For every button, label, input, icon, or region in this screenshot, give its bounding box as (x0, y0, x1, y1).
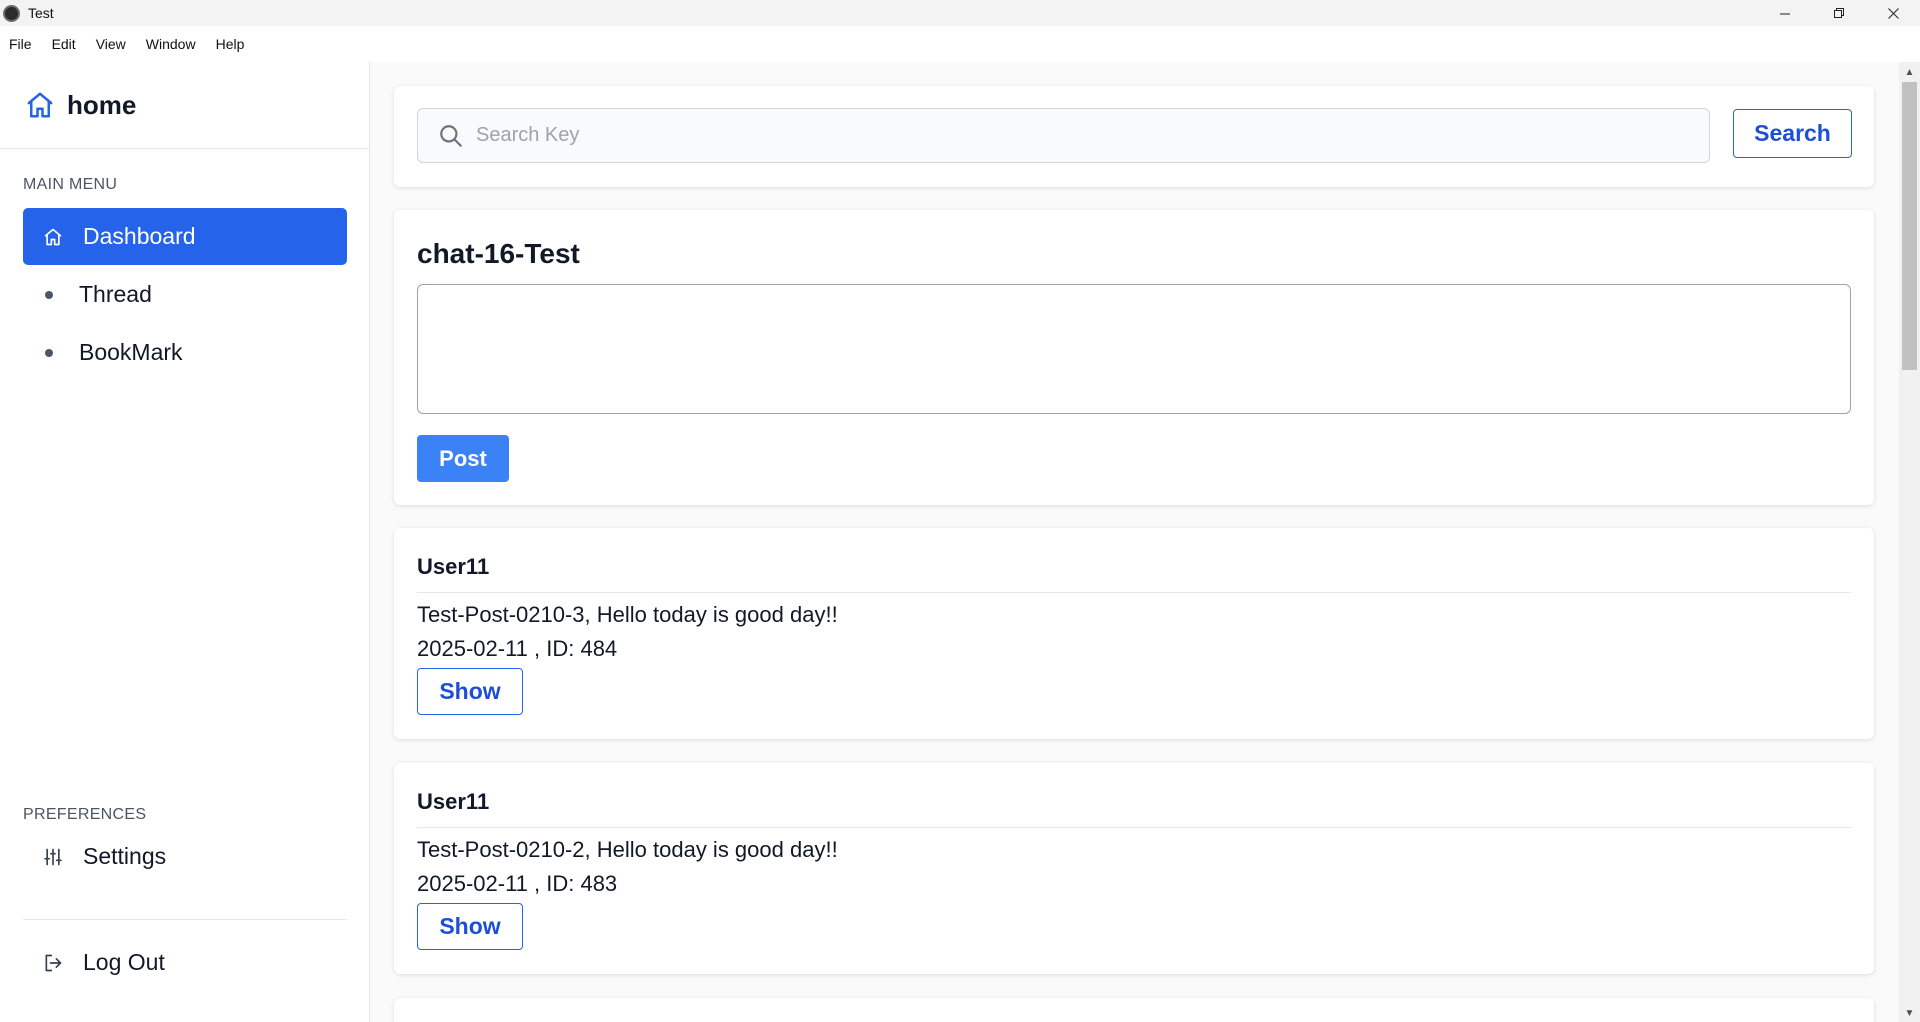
main-content: Search chat-16-Test Post User11 Test-Pos… (371, 62, 1899, 1022)
logout-button[interactable]: Log Out (23, 934, 347, 991)
close-icon (1887, 7, 1899, 19)
maximize-button[interactable] (1812, 0, 1866, 26)
sidebar: home MAIN MENU Dashboard Thread BookMark… (0, 62, 370, 1022)
search-box[interactable] (417, 108, 1710, 163)
home-icon (44, 228, 62, 245)
scroll-thumb[interactable] (1902, 82, 1917, 370)
dot-icon (45, 290, 53, 299)
restore-icon (1833, 7, 1844, 18)
logout-icon (45, 954, 62, 971)
sidebar-item-label: Dashboard (83, 223, 196, 249)
post-textarea[interactable] (417, 284, 1851, 414)
post-body: Test-Post-0210-3, Hello today is good da… (417, 602, 838, 627)
menu-view[interactable]: View (96, 36, 126, 52)
window-title: Test (28, 5, 54, 21)
post-card: User11 Test-Post-0210-2, Hello today is … (394, 763, 1874, 974)
title-bar: Test (0, 0, 1920, 26)
window-controls (1758, 0, 1920, 26)
search-card: Search (394, 86, 1874, 187)
home-icon (27, 92, 53, 118)
app-icon (3, 4, 20, 22)
brand[interactable]: home (0, 62, 369, 149)
sidebar-divider (23, 919, 347, 920)
scroll-up-icon[interactable]: ▲ (1899, 64, 1920, 81)
sidebar-item-bookmark[interactable]: BookMark (23, 324, 347, 381)
sidebar-item-thread[interactable]: Thread (23, 266, 347, 323)
search-icon (440, 124, 462, 147)
scrollbar[interactable]: ▲ ▼ (1899, 62, 1920, 1022)
post-button[interactable]: Post (417, 435, 509, 482)
menu-edit[interactable]: Edit (52, 36, 76, 52)
close-button[interactable] (1866, 0, 1920, 26)
composer-card: chat-16-Test Post (394, 210, 1874, 505)
dot-icon (45, 348, 53, 357)
menu-file[interactable]: File (9, 36, 32, 52)
post-meta: 2025-02-11 , ID: 483 (417, 871, 618, 896)
search-button[interactable]: Search (1733, 109, 1852, 158)
brand-label: home (67, 89, 137, 120)
post-meta: 2025-02-11 , ID: 484 (417, 636, 618, 661)
sidebar-item-dashboard[interactable]: Dashboard (23, 208, 347, 265)
post-author: User11 (417, 789, 490, 814)
sidebar-item-label: Thread (79, 281, 152, 307)
post-card-partial (394, 998, 1874, 1022)
sidebar-item-settings[interactable]: Settings (23, 828, 347, 885)
sidebar-item-label: BookMark (79, 339, 183, 365)
preferences-label: PREFERENCES (23, 806, 147, 823)
post-card: User11 Test-Post-0210-3, Hello today is … (394, 528, 1874, 739)
sliders-icon (44, 848, 62, 865)
main-menu-label: MAIN MENU (23, 176, 118, 193)
show-button[interactable]: Show (417, 903, 523, 950)
post-divider (417, 827, 1851, 828)
composer-title: chat-16-Test (417, 238, 580, 269)
menu-help[interactable]: Help (216, 36, 245, 52)
menu-window[interactable]: Window (146, 36, 196, 52)
minimize-icon (1779, 13, 1790, 14)
post-divider (417, 592, 1851, 593)
post-author: User11 (417, 554, 490, 579)
menu-bar: File Edit View Window Help (0, 26, 1920, 62)
minimize-button[interactable] (1758, 0, 1812, 26)
search-input[interactable] (476, 124, 1676, 147)
post-body: Test-Post-0210-2, Hello today is good da… (417, 837, 838, 862)
sidebar-item-label: Settings (83, 843, 167, 869)
show-button[interactable]: Show (417, 668, 523, 715)
scroll-down-icon[interactable]: ▼ (1899, 1005, 1920, 1022)
logout-label: Log Out (83, 949, 165, 975)
